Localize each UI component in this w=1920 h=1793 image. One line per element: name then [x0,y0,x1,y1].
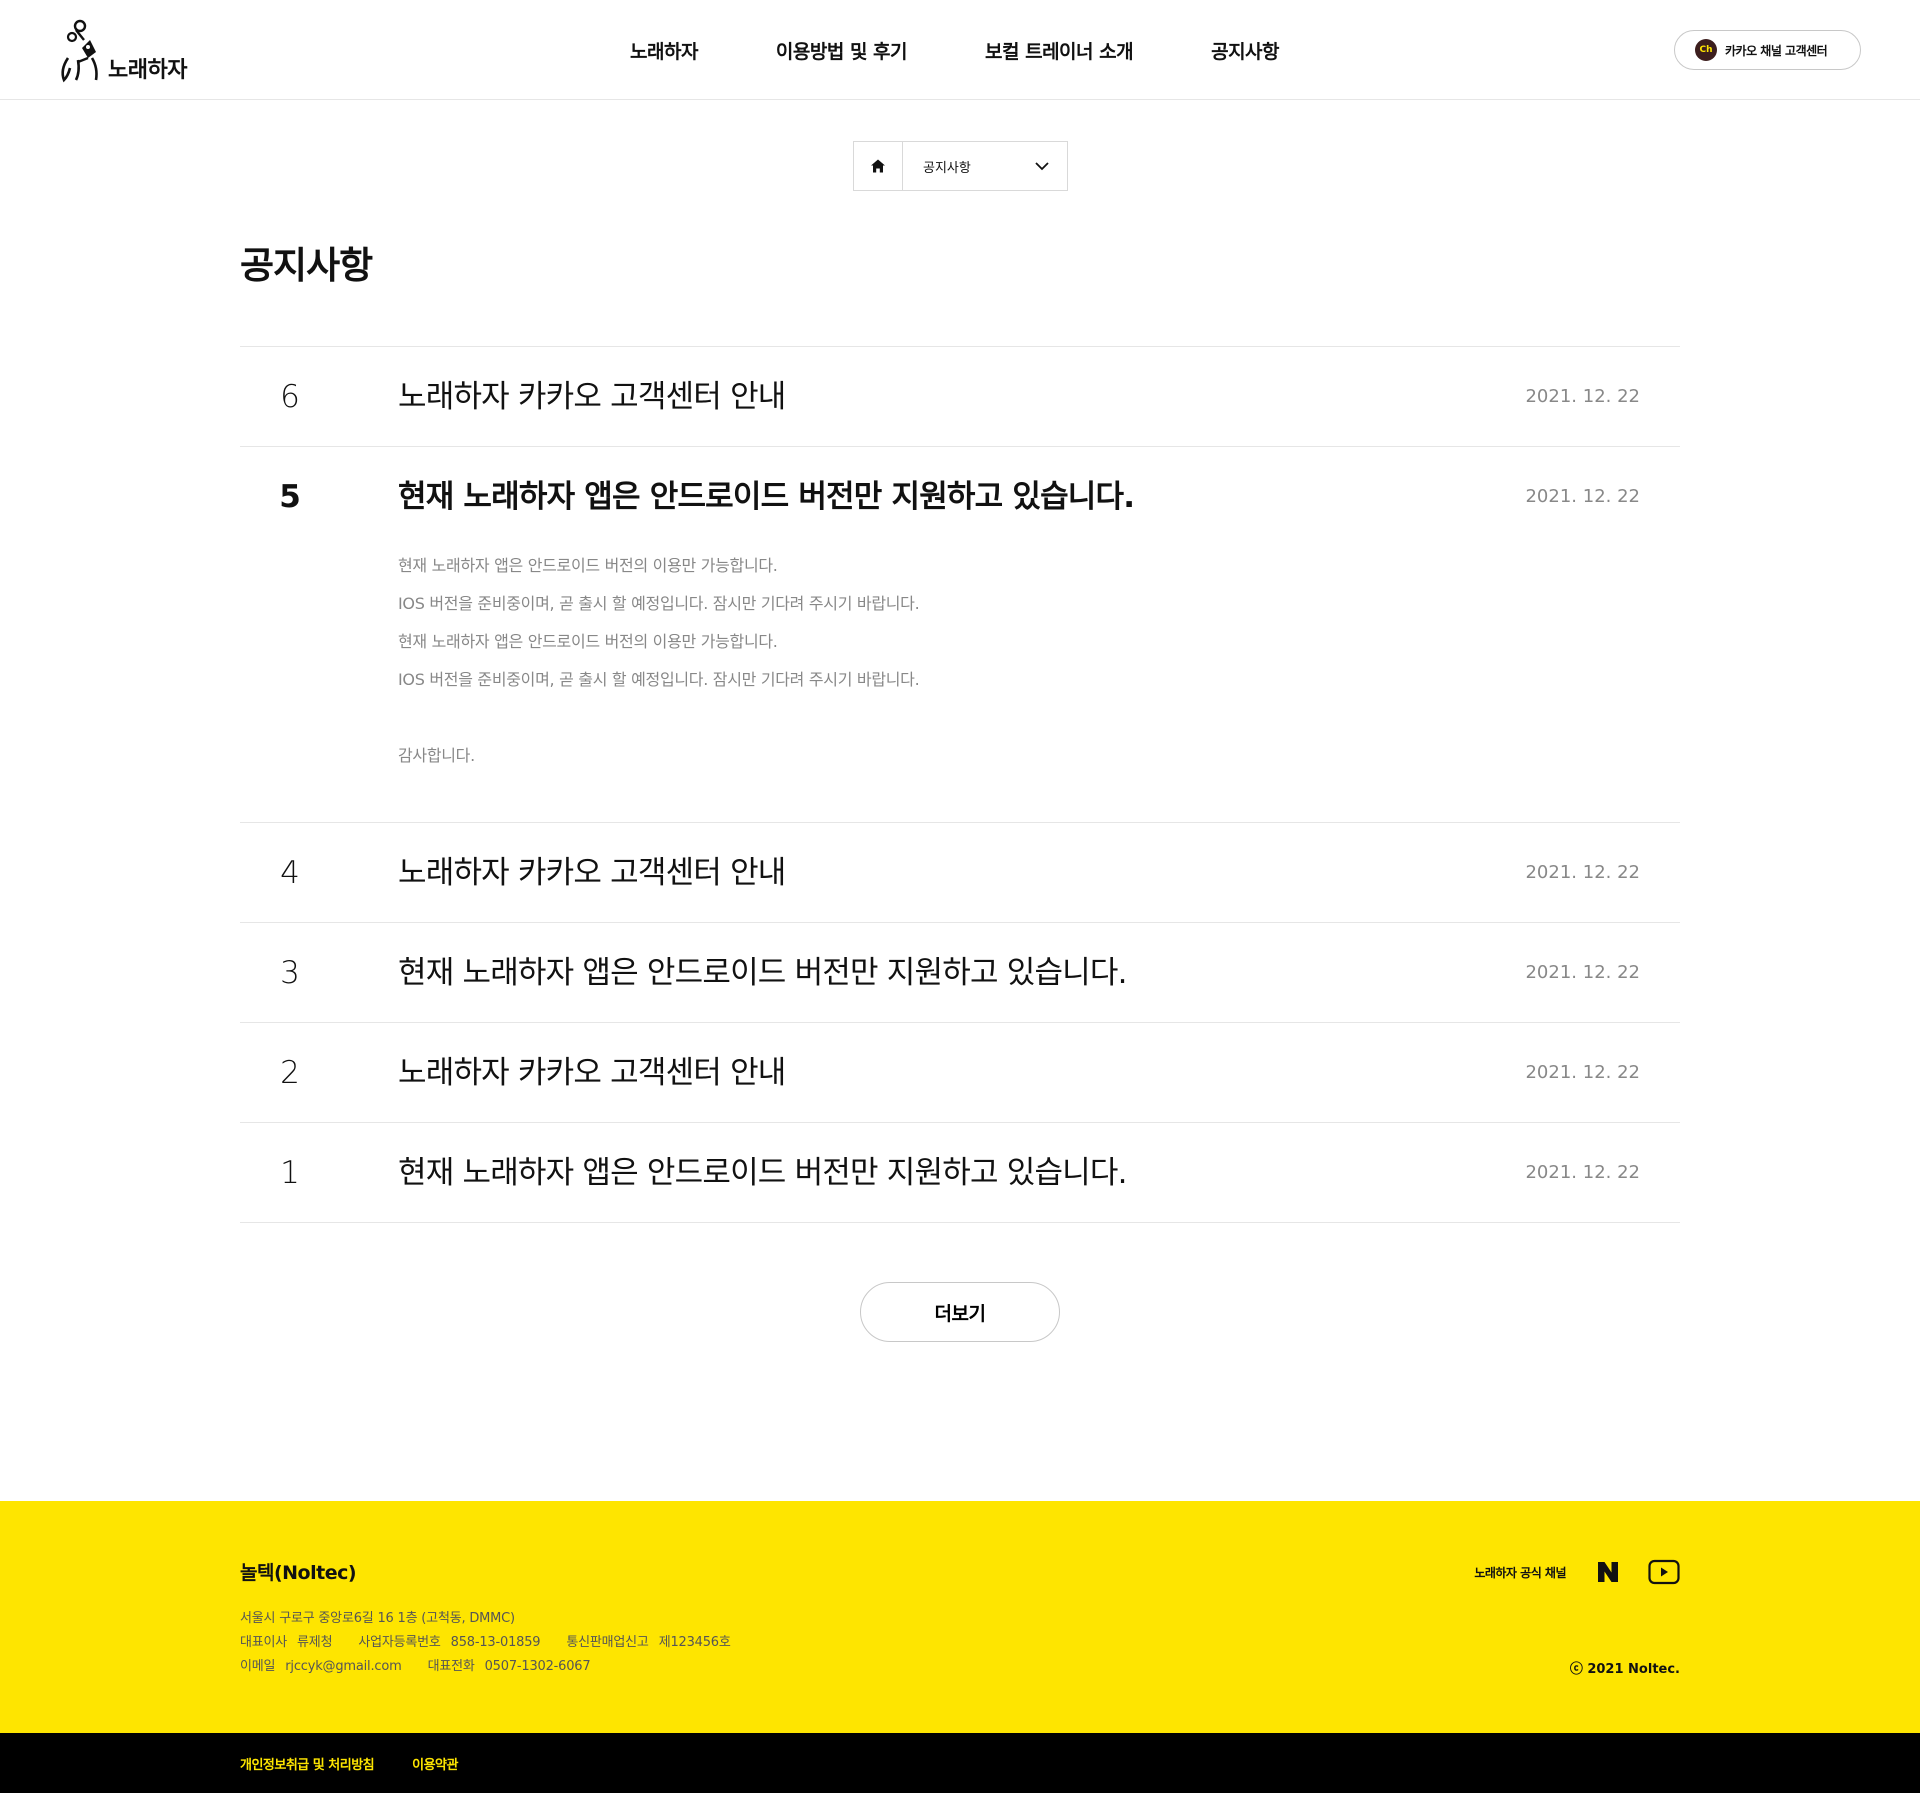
footer-address: 서울시 구로구 중앙로6길 16 1층 (고척동, DMMC) [240,1611,515,1626]
logo[interactable]: 노래하자 [58,18,187,84]
notice-title[interactable]: 노래하자 카카오 고객센터 안내 [398,347,786,447]
footer-mailorder-label: 통신판매업신고 [566,1635,649,1650]
notice-date: 2021. 12. 22 [1525,862,1640,883]
breadcrumb-section-select[interactable]: 공지사항 [903,142,1067,190]
notice-date: 2021. 12. 22 [1525,486,1640,507]
footer-ceo-label: 대표이사 [240,1635,288,1650]
logo-singer-icon [61,19,98,83]
kakao-channel-button[interactable]: Ch 카카오 채널 고객센터 [1674,30,1861,70]
nav-item-notices[interactable]: 공지사항 [1211,37,1283,70]
footer-channel-label: 노래하자 공식 채널 [1474,1565,1566,1580]
notice-date: 2021. 12. 22 [1525,962,1640,983]
home-icon [871,159,885,173]
notice-body-line: 현재 노래하자 앱은 안드로이드 버전의 이용만 가능합니다. [398,556,778,575]
main-nav: 노래하자 이용방법 및 후기 보컬 트레이너 소개 공지사항 [630,0,1283,100]
notice-number: 6 [280,379,300,415]
footer-company-info: 서울시 구로구 중앙로6길 16 1층 (고척동, DMMC) 대표이사 류제청 사… [240,1607,741,1679]
notice-date: 2021. 12. 22 [1525,1062,1640,1083]
chevron-down-icon [1035,161,1049,170]
notice-number: 3 [280,955,300,991]
notice-date: 2021. 12. 22 [1525,386,1640,407]
notice-body-line: IOS 버전을 준비중이며, 곧 출시 할 예정입니다. 잠시만 기다려 주시기… [398,594,920,613]
naver-icon[interactable] [1596,1560,1620,1584]
notice-body-line [398,699,919,737]
footer-official-channels: 노래하자 공식 채널 [1474,1559,1680,1585]
notice-body-line: 감사합니다. [398,746,475,765]
notice-title[interactable]: 노래하자 카카오 고객센터 안내 [398,1023,786,1123]
page-title: 공지사항 [240,244,373,287]
site-footer: 놀텍(Noltec) 서울시 구로구 중앙로6길 16 1층 (고척동, DMM… [0,1501,1920,1733]
footer-phone-label: 대표전화 [427,1659,475,1674]
footer-bizno-label: 사업자등록번호 [358,1635,441,1650]
breadcrumb-selected-label: 공지사항 [923,160,971,176]
footer-contact-line: 이메일 rjccyk@gmail.com 대표전화 0507-1302-6067 [240,1655,741,1679]
nav-item-noraehaja[interactable]: 노래하자 [630,37,698,64]
notice-row[interactable]: 1 현재 노래하자 앱은 안드로이드 버전만 지원하고 있습니다. 2021. … [240,1123,1680,1223]
footer-bizno: 858-13-01859 [450,1635,541,1650]
load-more-button[interactable]: 더보기 [860,1282,1060,1342]
site-header: 노래하자 노래하자 이용방법 및 후기 보컬 트레이너 소개 공지사항 Ch 카… [0,0,1920,100]
kakao-channel-label: 카카오 채널 고객센터 [1725,43,1828,58]
nav-item-usage-reviews[interactable]: 이용방법 및 후기 [776,37,908,64]
logo-text: 노래하자 [108,58,187,83]
breadcrumb-home-button[interactable] [854,142,903,190]
notice-row[interactable]: 2 노래하자 카카오 고객센터 안내 2021. 12. 22 [240,1023,1680,1123]
notice-date: 2021. 12. 22 [1525,1162,1640,1183]
notice-title[interactable]: 현재 노래하자 앱은 안드로이드 버전만 지원하고 있습니다. [398,447,1135,547]
kakao-channel-icon: Ch [1695,39,1717,61]
nav-item-vocal-trainers[interactable]: 보컬 트레이너 소개 [985,37,1134,64]
notice-title[interactable]: 현재 노래하자 앱은 안드로이드 버전만 지원하고 있습니다. [398,923,1127,1023]
notice-row[interactable]: 3 현재 노래하자 앱은 안드로이드 버전만 지원하고 있습니다. 2021. … [240,923,1680,1023]
notice-number: 5 [279,479,301,515]
youtube-icon[interactable] [1648,1559,1680,1585]
footer-email-label: 이메일 [240,1659,276,1674]
footer-address-line: 서울시 구로구 중앙로6길 16 1층 (고척동, DMMC) [240,1607,741,1631]
notice-row[interactable]: 6 노래하자 카카오 고객센터 안내 2021. 12. 22 [240,347,1680,447]
footer-mailorder: 제123456호 [658,1635,731,1650]
notice-body: 현재 노래하자 앱은 안드로이드 버전의 이용만 가능합니다. IOS 버전을 … [398,547,920,775]
notice-body-line: IOS 버전을 준비중이며, 곧 출시 할 예정입니다. 잠시만 기다려 주시기… [398,670,920,689]
footer-company-name: 놀텍(Noltec) [240,1562,357,1584]
notice-number: 2 [280,1055,300,1091]
footer-phone: 0507-1302-6067 [484,1659,591,1674]
terms-link[interactable]: 이용약관 [412,1754,458,1773]
footer-business-line: 대표이사 류제청 사업자등록번호 858-13-01859 통신판매업신고 제123456… [240,1631,741,1655]
notice-row-expanded[interactable]: 5 현재 노래하자 앱은 안드로이드 버전만 지원하고 있습니다. 2021. … [240,447,1680,823]
notice-number: 4 [280,855,300,891]
notice-number: 1 [280,1155,300,1191]
privacy-policy-link[interactable]: 개인정보취급 및 처리방침 [240,1754,375,1773]
breadcrumb: 공지사항 [853,141,1068,191]
notice-row[interactable]: 4 노래하자 카카오 고객센터 안내 2021. 12. 22 [240,823,1680,923]
notice-list: 6 노래하자 카카오 고객센터 안내 2021. 12. 22 5 현재 노래하… [240,346,1680,1223]
notice-title[interactable]: 노래하자 카카오 고객센터 안내 [398,823,786,923]
footer-ceo: 류제청 [297,1635,333,1650]
footer-bottom-bar: 개인정보취급 및 처리방침 이용약관 [0,1733,1920,1793]
notice-title[interactable]: 현재 노래하자 앱은 안드로이드 버전만 지원하고 있습니다. [398,1123,1127,1223]
footer-copyright: ⓒ 2021 Noltec. [1569,1662,1680,1677]
footer-email: rjccyk@gmail.com [285,1659,402,1674]
notice-body-line: 현재 노래하자 앱은 안드로이드 버전의 이용만 가능합니다. [398,632,778,651]
